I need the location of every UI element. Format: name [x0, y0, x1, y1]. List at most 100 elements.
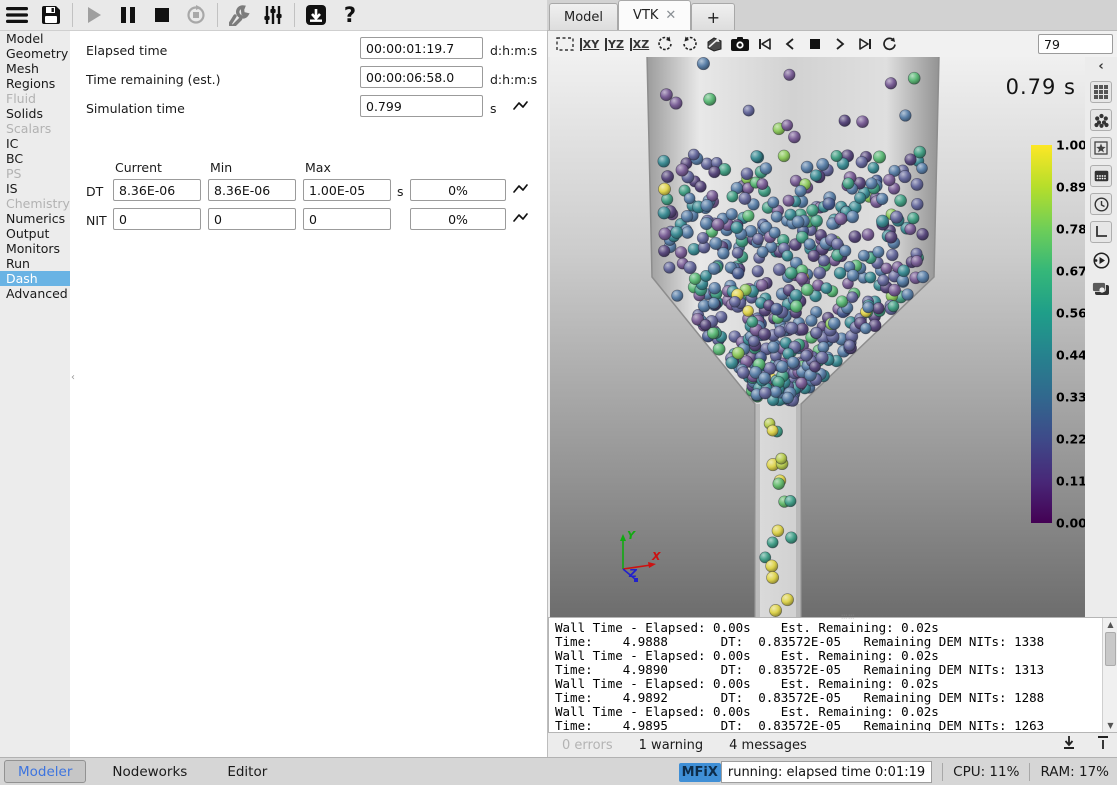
sidebar-item-numerics[interactable]: Numerics	[0, 211, 70, 226]
fit-view-button[interactable]	[552, 33, 577, 55]
sidebar-item-is[interactable]: IS	[0, 181, 70, 196]
colorbar-tick: 1.00	[1056, 138, 1086, 153]
run-button[interactable]	[77, 1, 111, 29]
log-scrollbar[interactable]: ▲ ▼	[1102, 618, 1117, 732]
terminal-output[interactable]: ⋯⋯⋯⋯ Wall Time - Elapsed: 0.00s Est. Rem…	[548, 617, 1117, 733]
cpu-meter: CPU: 11%	[953, 764, 1019, 780]
scroll-down-arrow[interactable]: ▼	[1103, 719, 1117, 732]
menu-button[interactable]	[0, 1, 34, 29]
sidebar-item-monitors[interactable]: Monitors	[0, 241, 70, 256]
camera-button[interactable]	[1090, 277, 1112, 299]
sidebar-item-mesh[interactable]: Mesh	[0, 61, 70, 76]
errors-count[interactable]: 0 errors	[562, 738, 613, 753]
nit-current-input[interactable]	[113, 208, 201, 230]
reset-button[interactable]	[179, 1, 213, 29]
sidebar-splitter[interactable]: ‹	[71, 372, 75, 383]
sidebar-item-run[interactable]: Run	[0, 256, 70, 271]
colorbar-tick: 0.89	[1056, 180, 1086, 195]
sidebar-item-bc[interactable]: BC	[0, 151, 70, 166]
view-yz-button[interactable]: YZ	[602, 33, 627, 55]
sidebar-item-solids[interactable]: Solids	[0, 106, 70, 121]
build-button[interactable]	[222, 1, 256, 29]
play-overlay-button[interactable]	[1090, 249, 1112, 271]
elapsed-time-input[interactable]	[360, 37, 483, 59]
vtk-3d-view[interactable]: YXZ 0.79 s 1.000.890.780.670.560.440.330…	[550, 57, 1086, 617]
messages-count[interactable]: 4 messages	[729, 738, 807, 753]
nit-min-input[interactable]	[208, 208, 296, 230]
sidebar-item-model[interactable]: Model	[0, 31, 70, 46]
mfix-logo: MFiX	[679, 763, 721, 782]
plot-toggle-dt[interactable]	[512, 182, 529, 195]
first-frame-button[interactable]	[752, 33, 777, 55]
scroll-up-arrow[interactable]: ▲	[1103, 618, 1117, 631]
stop-button[interactable]	[145, 1, 179, 29]
scroll-to-top-icon[interactable]	[1096, 735, 1110, 751]
play-loop-button[interactable]	[877, 33, 902, 55]
nit-max-input[interactable]	[303, 208, 391, 230]
next-frame-button[interactable]	[827, 33, 852, 55]
warnings-count[interactable]: 1 warning	[639, 738, 703, 753]
sidebar-item-ps: PS	[0, 166, 70, 181]
tab-vtk[interactable]: VTK ✕	[618, 0, 691, 30]
pause-icon	[120, 6, 136, 24]
sidebar-item-geometry[interactable]: Geometry	[0, 46, 70, 61]
toolbar-separator	[72, 3, 73, 27]
save-button[interactable]	[34, 1, 68, 29]
cells-button[interactable]	[1090, 165, 1112, 187]
frame-number-input[interactable]	[1038, 34, 1113, 54]
sidebar-item-regions[interactable]: Regions	[0, 76, 70, 91]
sidebar-item-scalars: Scalars	[0, 121, 70, 136]
scroll-to-bottom-icon[interactable]	[1062, 735, 1076, 751]
sidebar-item-output[interactable]: Output	[0, 226, 70, 241]
previous-frame-button[interactable]	[777, 33, 802, 55]
stop-playback-button[interactable]	[802, 33, 827, 55]
particles-button[interactable]	[1090, 109, 1112, 131]
dt-max-input[interactable]	[303, 179, 391, 201]
sidebar-item-ic[interactable]: IC	[0, 136, 70, 151]
time-remaining-label: Time remaining (est.)	[86, 72, 221, 87]
col-max: Max	[305, 160, 331, 175]
view-xz-button[interactable]: XZ	[627, 33, 652, 55]
rotate-right-button[interactable]	[677, 33, 702, 55]
tab-model[interactable]: Model	[549, 3, 618, 30]
elapsed-time-label: Elapsed time	[86, 43, 167, 58]
scroll-thumb[interactable]	[1105, 632, 1116, 666]
axis-triad: YXZ	[620, 529, 661, 582]
collapse-rail-icon[interactable]: ‹	[1098, 59, 1103, 77]
plus-icon: +	[707, 8, 720, 27]
hopper-scene: YXZ	[550, 57, 1086, 617]
sidebar-item-advanced[interactable]: Advanced	[0, 286, 70, 301]
dt-current-input[interactable]	[113, 179, 201, 201]
axes-button[interactable]	[1090, 221, 1112, 243]
dt-min-input[interactable]	[208, 179, 296, 201]
sidebar-item-dash[interactable]: Dash	[0, 271, 70, 286]
nit-progress[interactable]	[410, 208, 506, 230]
mode-editor[interactable]: Editor	[227, 764, 267, 780]
pause-button[interactable]	[111, 1, 145, 29]
last-frame-button[interactable]	[852, 33, 877, 55]
view-xy-button[interactable]: XY	[577, 33, 602, 55]
dt-progress[interactable]	[410, 179, 506, 201]
simulation-time-input[interactable]	[360, 95, 483, 117]
time-remaining-input[interactable]	[360, 66, 483, 88]
plot-toggle-simtime[interactable]	[512, 99, 529, 112]
stop-icon	[154, 7, 170, 23]
tab-add[interactable]: +	[691, 3, 735, 30]
log-splitter[interactable]: ⋯⋯⋯⋯	[833, 614, 863, 618]
mode-modeler[interactable]: Modeler	[4, 760, 86, 783]
rotate-left-button[interactable]	[652, 33, 677, 55]
geometry-button[interactable]	[1090, 137, 1112, 159]
perspective-button[interactable]	[702, 33, 727, 55]
settings-button[interactable]	[256, 1, 290, 29]
svg-text:X: X	[651, 550, 661, 563]
tab-close-icon[interactable]: ✕	[665, 8, 676, 23]
mesh-grid-button[interactable]	[1090, 81, 1112, 103]
export-button[interactable]	[299, 1, 333, 29]
time-button[interactable]	[1090, 193, 1112, 215]
plot-toggle-nit[interactable]	[512, 211, 529, 224]
help-button[interactable]: ?	[333, 1, 367, 29]
nav-sidebar: ModelGeometryMeshRegionsFluidSolidsScala…	[0, 31, 70, 757]
sidebar-item-chemistry: Chemistry	[0, 196, 70, 211]
snapshot-button[interactable]	[727, 33, 752, 55]
mode-nodeworks[interactable]: Nodeworks	[112, 764, 187, 780]
